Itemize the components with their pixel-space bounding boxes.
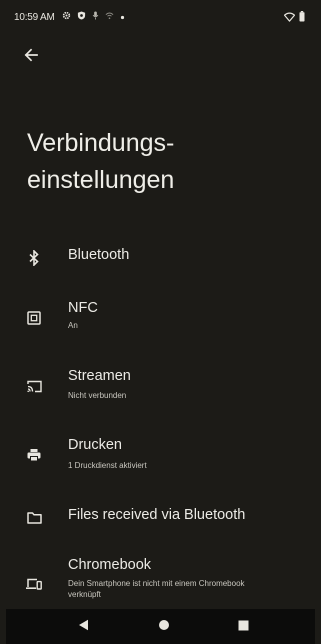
nav-back-button[interactable] <box>74 618 92 636</box>
setting-summary: 1 Druckdienst aktiviert <box>68 461 147 470</box>
setting-item-chromebook[interactable]: Chromebook Dein Smartphone ist nicht mit… <box>6 554 315 610</box>
navigation-bar <box>6 609 315 644</box>
settings-screen: 10:59 AM Verbindungs-einstellungen Bluet… <box>6 0 315 644</box>
nav-home-button[interactable] <box>155 618 173 636</box>
setting-item-bluetooth[interactable]: Bluetooth <box>6 238 315 278</box>
battery-icon <box>299 11 305 25</box>
chromebook-icon <box>26 576 42 592</box>
nav-home-icon <box>158 618 170 636</box>
setting-title: Chromebook <box>68 557 152 573</box>
nav-recents-button[interactable] <box>234 618 252 636</box>
status-right-icons <box>283 11 305 25</box>
wifi-off-icon <box>105 11 114 23</box>
setting-summary: Nicht verbunden <box>68 391 127 400</box>
setting-item-cast[interactable]: Streamen Nicht verbunden <box>6 362 315 412</box>
page-title: Verbindungs-einstellungen <box>27 129 175 194</box>
nav-recents-icon <box>238 618 249 636</box>
wifi-icon <box>283 12 296 25</box>
folder-icon <box>26 510 42 526</box>
setting-item-nfc[interactable]: NFC An <box>6 294 315 342</box>
arrow-left-icon <box>24 48 38 67</box>
setting-title: Files received via Bluetooth <box>68 507 246 523</box>
nav-back-icon <box>78 618 89 636</box>
nfc-icon <box>26 310 42 326</box>
shield-icon <box>77 11 86 23</box>
setting-title: Streamen <box>68 368 131 384</box>
gear-icon <box>62 11 71 23</box>
setting-title: NFC <box>68 300 98 316</box>
status-bar: 10:59 AM <box>6 0 315 34</box>
setting-summary: Dein Smartphone ist nicht mit einem Chro… <box>68 579 245 599</box>
cast-icon <box>26 378 42 394</box>
setting-summary: An <box>68 321 78 330</box>
setting-title: Drucken <box>68 437 122 453</box>
mic-icon <box>92 11 99 23</box>
setting-item-printing[interactable]: Drucken 1 Druckdienst aktiviert <box>6 431 315 481</box>
back-button[interactable] <box>18 44 44 70</box>
dot-icon <box>120 12 125 23</box>
status-icons <box>62 11 125 23</box>
setting-title: Bluetooth <box>68 247 130 263</box>
bluetooth-icon <box>26 250 42 266</box>
setting-item-received-files[interactable]: Files received via Bluetooth <box>6 498 315 538</box>
status-time: 10:59 AM <box>14 11 55 23</box>
printer-icon <box>26 447 42 463</box>
